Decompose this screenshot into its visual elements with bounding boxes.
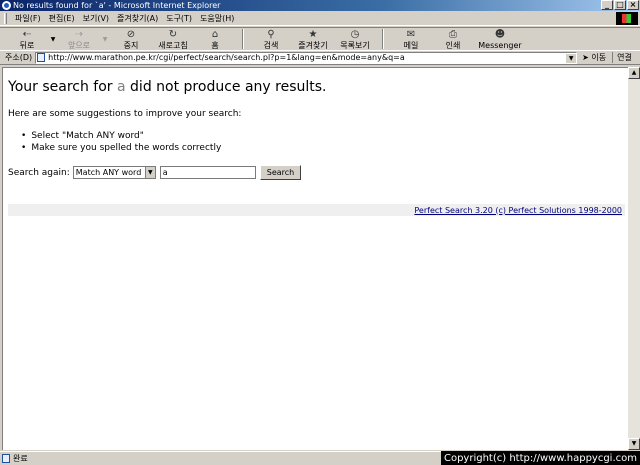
window-controls: _ □ × [601,0,639,10]
home-button[interactable]: ⌂ 홈 [194,28,236,51]
standard-toolbar: ⇠ 뒤로 ▼ ⇢ 앞으로 ▼ ⊘ 중지 ↻ 새로고침 ⌂ 홈 ⚲ 검색 ★ 즐겨… [0,27,640,51]
menu-edit[interactable]: 편집(E) [45,13,79,24]
menu-favorites[interactable]: 즐겨찾기(A) [113,13,162,24]
maximize-button[interactable]: □ [614,0,626,10]
chevron-down-icon: ▼ [144,167,155,178]
menu-view[interactable]: 보기(V) [79,13,113,24]
history-icon: ◷ [350,29,360,40]
forward-arrow-icon: ⇢ [74,29,84,40]
menu-bar: 파일(F) 편집(E) 보기(V) 즐겨찾기(A) 도구(T) 도움말(H) [0,11,640,26]
ie-logo-icon [2,1,11,10]
mail-icon: ✉ [406,29,416,40]
stop-icon: ⊘ [126,29,136,40]
address-url: http://www.marathon.pe.kr/cgi/perfect/se… [48,53,405,62]
status-done: 완료 [0,453,28,464]
back-arrow-icon: ⇠ [22,29,32,40]
page-content: Your search for a did not produce any re… [2,67,628,450]
history-button[interactable]: ◷ 목록보기 [334,28,376,51]
mail-button[interactable]: ✉ 메일 [390,28,432,51]
print-icon: ⎙ [449,29,457,40]
home-icon: ⌂ [211,29,219,40]
footer-bar: Perfect Search 3.20 (c) Perfect Solution… [8,204,625,216]
search-button[interactable]: ⚲ 검색 [250,28,292,51]
perfect-search-link[interactable]: Perfect Search 3.20 (c) Perfect Solution… [414,206,622,215]
suggestions-intro: Here are some suggestions to improve you… [8,109,242,119]
scroll-down-icon[interactable]: ▼ [628,438,640,450]
favorites-button[interactable]: ★ 즐겨찾기 [292,28,334,51]
copyright-watermark: Copyright(c) http://www.happycgi.com [440,451,640,465]
search-submit-button[interactable]: Search [259,165,302,180]
refresh-icon: ↻ [168,29,178,40]
suggestions-list: Select "Match ANY word" Make sure you sp… [21,130,221,154]
match-mode-select[interactable]: Match ANY word ▼ [72,166,156,179]
search-input[interactable]: a [159,166,256,179]
list-item: Select "Match ANY word" [21,130,221,142]
search-icon: ⚲ [267,29,275,40]
address-label: 주소(D) [5,53,33,62]
window-titlebar: No results found for `a' - Microsoft Int… [0,0,640,11]
menu-help[interactable]: 도움말(H) [196,13,238,24]
toolbar-separator [382,29,384,49]
toolbar-separator [242,29,244,49]
messenger-icon: ☻ [494,29,506,40]
favorites-icon: ★ [308,29,318,40]
scroll-up-icon[interactable]: ▲ [628,67,640,79]
close-button[interactable]: × [627,0,639,10]
menu-file[interactable]: 파일(F) [11,13,45,24]
minimize-button[interactable]: _ [601,0,613,10]
page-done-icon [2,454,10,463]
address-dropdown-icon[interactable]: ▼ [565,52,577,63]
page-title: Your search for a did not produce any re… [8,79,327,95]
stop-button[interactable]: ⊘ 중지 [110,28,152,51]
windows-logo-icon [616,12,638,25]
window-title: No results found for `a' - Microsoft Int… [13,1,221,10]
address-input[interactable]: http://www.marathon.pe.kr/cgi/perfect/se… [35,51,578,64]
address-bar: 주소(D) http://www.marathon.pe.kr/cgi/perf… [0,51,640,65]
vertical-scrollbar[interactable]: ▲ ▼ [628,67,640,450]
search-form: Search again: Match ANY word ▼ a Search [8,165,302,180]
print-button[interactable]: ⎙ 인쇄 [432,28,474,51]
search-again-label: Search again: [8,167,70,178]
links-button[interactable]: 연결 [612,52,632,63]
list-item: Make sure you spelled the words correctl… [21,142,221,154]
forward-button[interactable]: ⇢ 앞으로 [58,28,100,51]
toolbar-grip [4,12,7,24]
forward-dropdown-icon[interactable]: ▼ [100,28,110,43]
messenger-button[interactable]: ☻ Messenger [474,28,526,51]
refresh-button[interactable]: ↻ 새로고침 [152,28,194,51]
go-button[interactable]: ➤ 이동 [577,52,612,63]
page-icon [37,53,46,62]
back-dropdown-icon[interactable]: ▼ [48,28,58,43]
search-term: a [117,79,126,95]
back-button[interactable]: ⇠ 뒤로 [6,28,48,51]
menu-tools[interactable]: 도구(T) [162,13,196,24]
